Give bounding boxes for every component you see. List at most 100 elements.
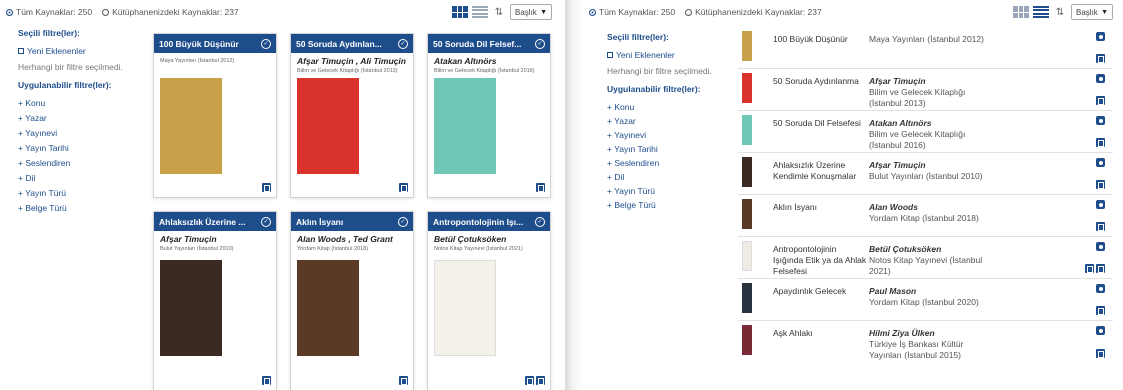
pdf-icon[interactable] [1096,222,1105,231]
sort-select[interactable]: Başlık ▼ [1071,4,1113,20]
pdf-icon[interactable] [399,376,408,385]
pdf-icon[interactable] [1096,180,1105,189]
book-card[interactable]: 50 Soruda Aydınlan... ✓ Afşar Timuçin , A… [290,33,414,198]
pdf-icon[interactable] [1096,138,1105,147]
item-author: Paul Mason [869,286,917,296]
book-cover[interactable] [434,78,496,174]
book-card[interactable]: Ahlaksızlık Üzerine ... ✓ Afşar Timuçin B… [153,211,277,390]
no-filter-note: Herhangi bir filtre seçilmedi. [18,62,123,72]
select-circle-icon[interactable] [1096,242,1105,251]
pdf-icons [399,376,408,385]
book-thumbnail[interactable] [742,157,752,187]
book-card[interactable]: 100 Büyük Düşünür ✓ Maya Yayınları (İstan… [153,33,277,198]
book-card[interactable]: Aklın İsyanı ✓ Alan Woods , Ted Grant Yor… [290,211,414,390]
grid-view-icon[interactable] [1013,6,1029,18]
check-circle-icon[interactable]: ✓ [535,38,545,49]
book-thumbnail[interactable] [742,325,752,355]
filter-pub-date[interactable]: + Yayın Tarihi [18,143,138,153]
card-title: Aklın İsyanı [296,216,344,227]
filter-pub-type[interactable]: + Yayın Türü [18,188,138,198]
check-circle-icon[interactable]: ✓ [261,216,271,227]
book-cover[interactable] [434,260,496,356]
list-view-icon[interactable] [472,6,488,18]
filter-pub-type[interactable]: + Yayın Türü [607,186,727,196]
select-circle-icon[interactable] [1096,200,1105,209]
pdf-icon[interactable] [1085,264,1094,273]
select-circle-icon[interactable] [1096,284,1105,293]
book-thumbnail[interactable] [742,73,752,103]
filter-language[interactable]: + Dil [18,173,138,183]
book-thumbnail[interactable] [742,241,752,271]
book-thumbnail[interactable] [742,115,752,145]
pdf-icon[interactable] [1096,349,1105,358]
filter-doc-type[interactable]: + Belge Türü [607,200,727,210]
item-title: Aşk Ahlakı [773,328,813,338]
list-item[interactable]: 100 Büyük Düşünür Maya Yayınları (İstanb… [738,27,1113,69]
list-item[interactable]: Ahlaksızlık Üzerine Kendimle Konuşmalar … [738,153,1113,195]
filter-author[interactable]: + Yazar [18,113,138,123]
book-cover[interactable] [297,78,359,174]
sort-select[interactable]: Başlık ▼ [510,4,552,20]
book-cover[interactable] [160,78,222,174]
pdf-icon[interactable] [536,376,545,385]
pdf-icons [1096,138,1105,147]
list-item[interactable]: Apaydınlık Gelecek Paul Mason Yordam Kit… [738,279,1113,321]
radio-icon [685,9,693,16]
list-item[interactable]: 50 Soruda Dil Felsefesi Atakan Altınörs … [738,111,1113,153]
check-circle-icon[interactable]: ✓ [398,38,408,49]
new-arrivals-checkbox[interactable]: Yeni Eklenenler [607,50,727,60]
pdf-icon[interactable] [1096,96,1105,105]
filter-language[interactable]: + Dil [607,172,727,182]
book-card[interactable]: 50 Soruda Dil Felsef... ✓ Atakan Altınörs… [427,33,551,198]
select-circle-icon[interactable] [1096,74,1105,83]
book-cover[interactable] [297,260,359,356]
pdf-icon[interactable] [399,183,408,192]
filter-narrator[interactable]: + Seslendiren [18,158,138,168]
radio-library-resources[interactable]: Kütüphanenizdeki Kaynaklar: 237 [102,7,239,17]
radio-all-resources[interactable]: Tüm Kaynaklar: 250 [589,7,675,17]
item-title: Aklın İsyanı [773,202,817,212]
book-thumbnail[interactable] [742,31,752,61]
applicable-filters-heading: Uygulanabilir filtre(ler): [18,80,112,90]
radio-library-resources[interactable]: Kütüphanenizdeki Kaynaklar: 237 [685,7,822,17]
book-cover[interactable] [160,260,222,356]
filter-subject[interactable]: + Konu [607,102,727,112]
pdf-icon[interactable] [262,376,271,385]
book-card[interactable]: Antropontolojinin Işı... ✓ Betül Çotuksök… [427,211,551,390]
list-item[interactable]: Aklın İsyanı Alan Woods Yordam Kitap (İs… [738,195,1113,237]
check-circle-icon[interactable]: ✓ [398,216,408,227]
pdf-icon[interactable] [1096,306,1105,315]
book-thumbnail[interactable] [742,199,752,229]
pdf-icon[interactable] [1096,264,1105,273]
filter-author[interactable]: + Yazar [607,116,727,126]
pdf-icons [262,183,271,192]
grid-view-icon[interactable] [452,6,468,18]
filter-publisher[interactable]: + Yayınevi [18,128,138,138]
pdf-icon[interactable] [525,376,534,385]
check-circle-icon[interactable]: ✓ [535,216,545,227]
card-publisher: Bilim ve Gelecek Kitaplığı (İstanbul 201… [434,68,535,74]
sort-order-icon[interactable]: ⇅ [492,7,506,18]
radio-selected-icon [6,9,13,16]
list-view-icon[interactable] [1033,6,1049,18]
select-circle-icon[interactable] [1096,116,1105,125]
pdf-icon[interactable] [1096,54,1105,63]
filter-publisher[interactable]: + Yayınevi [607,130,727,140]
pdf-icon[interactable] [536,183,545,192]
filter-pub-date[interactable]: + Yayın Tarihi [607,144,727,154]
list-item[interactable]: Antropontolojinin Işığında Etik ya da Ah… [738,237,1113,279]
pdf-icon[interactable] [262,183,271,192]
select-circle-icon[interactable] [1096,326,1105,335]
sort-order-icon[interactable]: ⇅ [1053,7,1067,18]
select-circle-icon[interactable] [1096,32,1105,41]
filter-doc-type[interactable]: + Belge Türü [18,203,138,213]
select-circle-icon[interactable] [1096,158,1105,167]
list-item[interactable]: Aşk Ahlakı Hilmi Ziya Ülken Türkiye İş B… [738,321,1113,363]
check-circle-icon[interactable]: ✓ [261,38,271,49]
book-thumbnail[interactable] [742,283,752,313]
filter-subject[interactable]: + Konu [18,98,138,108]
new-arrivals-checkbox[interactable]: Yeni Eklenenler [18,46,138,56]
radio-all-resources[interactable]: Tüm Kaynaklar: 250 [6,7,92,17]
filter-narrator[interactable]: + Seslendiren [607,158,727,168]
list-item[interactable]: 50 Soruda Aydınlanma Afşar Timuçin Bilim… [738,69,1113,111]
